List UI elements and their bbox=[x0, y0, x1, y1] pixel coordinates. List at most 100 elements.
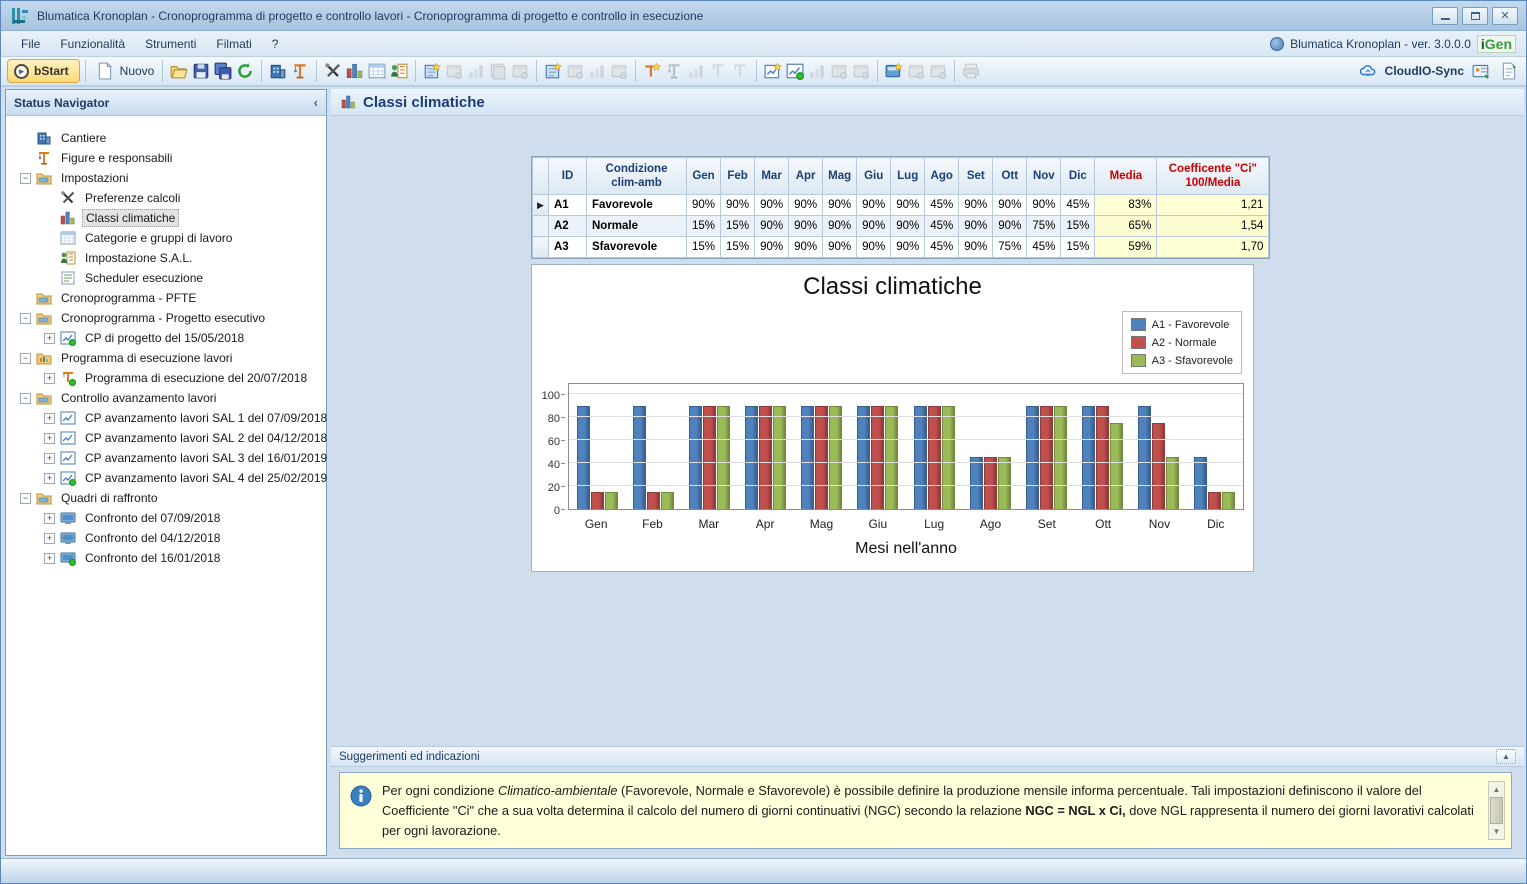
sal-icon[interactable] bbox=[388, 60, 410, 82]
cell-month-value[interactable]: 75% bbox=[993, 237, 1027, 258]
bstart-button[interactable]: ▸ bStart bbox=[7, 59, 80, 83]
cell-month-value[interactable]: 90% bbox=[721, 195, 755, 216]
cell-month-value[interactable]: 15% bbox=[721, 237, 755, 258]
tree-item-cp-avanzamento-lavori-sal-2-del-04-12-20[interactable]: +CP avanzamento lavori SAL 2 del 04/12/2… bbox=[6, 428, 326, 448]
cell-media[interactable]: 65% bbox=[1095, 216, 1157, 237]
save-all-icon[interactable] bbox=[212, 60, 234, 82]
cell-month-value[interactable]: 45% bbox=[925, 237, 959, 258]
tree-item-programma-di-esecuzione-del-20-07-2018[interactable]: +Programma di esecuzione del 20/07/2018 bbox=[6, 368, 326, 388]
classi-icon[interactable] bbox=[344, 60, 366, 82]
tree-item-cp-avanzamento-lavori-sal-3-del-16-01-20[interactable]: +CP avanzamento lavori SAL 3 del 16/01/2… bbox=[6, 448, 326, 468]
expand-node-icon[interactable]: + bbox=[44, 373, 55, 384]
cell-month-value[interactable]: 45% bbox=[925, 216, 959, 237]
cell-id[interactable]: A2 bbox=[549, 216, 587, 237]
row-selector-cell[interactable] bbox=[533, 237, 549, 258]
expand-node-icon[interactable]: + bbox=[44, 333, 55, 344]
cell-month-value[interactable]: 90% bbox=[755, 216, 789, 237]
cell-month-value[interactable]: 15% bbox=[687, 237, 721, 258]
collapse-node-icon[interactable]: − bbox=[20, 173, 31, 184]
cell-month-value[interactable]: 90% bbox=[959, 195, 993, 216]
collapse-node-icon[interactable]: − bbox=[20, 353, 31, 364]
new-exec-icon[interactable] bbox=[542, 60, 564, 82]
cell-month-value[interactable]: 90% bbox=[687, 195, 721, 216]
tree-item-cantiere[interactable]: Cantiere bbox=[6, 128, 326, 148]
cell-coefficiente[interactable]: 1,70 bbox=[1157, 237, 1269, 258]
expand-node-icon[interactable]: + bbox=[44, 453, 55, 464]
tree-item-impostazioni[interactable]: −Impostazioni bbox=[6, 168, 326, 188]
close-button[interactable]: ✕ bbox=[1492, 7, 1518, 25]
cell-coefficiente[interactable]: 1,21 bbox=[1157, 195, 1269, 216]
new-cp-icon[interactable] bbox=[421, 60, 443, 82]
tree-item-cp-avanzamento-lavori-sal-4-del-25-02-20[interactable]: +CP avanzamento lavori SAL 4 del 25/02/2… bbox=[6, 468, 326, 488]
cell-month-value[interactable]: 15% bbox=[1061, 216, 1095, 237]
table-row-a2[interactable]: A2Normale15%15%90%90%90%90%90%45%90%90%7… bbox=[533, 216, 1269, 237]
cell-month-value[interactable]: 90% bbox=[823, 237, 857, 258]
cell-month-value[interactable]: 90% bbox=[891, 195, 925, 216]
table-row-a1[interactable]: ▶A1Favorevole90%90%90%90%90%90%90%45%90%… bbox=[533, 195, 1269, 216]
cell-media[interactable]: 83% bbox=[1095, 195, 1157, 216]
tree-item-impostazione-s-a-l-[interactable]: Impostazione S.A.L. bbox=[6, 248, 326, 268]
cloud-sync-label[interactable]: CloudIO-Sync bbox=[1385, 64, 1464, 78]
cell-month-value[interactable]: 90% bbox=[823, 216, 857, 237]
cell-month-value[interactable]: 90% bbox=[891, 216, 925, 237]
new-programma-icon[interactable] bbox=[641, 60, 663, 82]
categorie-icon[interactable] bbox=[366, 60, 388, 82]
cell-month-value[interactable]: 45% bbox=[1027, 237, 1061, 258]
cantiere-icon[interactable] bbox=[267, 60, 289, 82]
cell-month-value[interactable]: 90% bbox=[857, 216, 891, 237]
suggestions-collapse-button[interactable]: ▲ bbox=[1496, 749, 1516, 764]
collapse-node-icon[interactable]: − bbox=[20, 493, 31, 504]
tree-item-confronto-del-07-09-2018[interactable]: +Confronto del 07/09/2018 bbox=[6, 508, 326, 528]
scroll-thumb[interactable] bbox=[1490, 797, 1503, 824]
cell-month-value[interactable]: 45% bbox=[925, 195, 959, 216]
nuovo-button[interactable]: Nuovo bbox=[91, 58, 158, 84]
menu-item-file[interactable]: File bbox=[11, 34, 50, 54]
tree-item-cp-di-progetto-del-15-05-2018[interactable]: +CP di progetto del 15/05/2018 bbox=[6, 328, 326, 348]
cell-month-value[interactable]: 90% bbox=[959, 237, 993, 258]
menu-item-?[interactable]: ? bbox=[262, 34, 289, 54]
cell-condizione[interactable]: Sfavorevole bbox=[587, 237, 687, 258]
cell-month-value[interactable]: 90% bbox=[755, 195, 789, 216]
tree-item-cronoprogramma-pfte[interactable]: Cronoprogramma - PFTE bbox=[6, 288, 326, 308]
expand-node-icon[interactable]: + bbox=[44, 533, 55, 544]
expand-node-icon[interactable]: + bbox=[44, 513, 55, 524]
tree-item-categorie-e-gruppi-di-lavoro[interactable]: Categorie e gruppi di lavoro bbox=[6, 228, 326, 248]
cell-month-value[interactable]: 90% bbox=[959, 216, 993, 237]
menu-item-filmati[interactable]: Filmati bbox=[206, 34, 261, 54]
row-selector-cell[interactable]: ▶ bbox=[533, 195, 549, 216]
table-row-a3[interactable]: A3Sfavorevole15%15%90%90%90%90%90%45%90%… bbox=[533, 237, 1269, 258]
sal-current-icon[interactable] bbox=[784, 60, 806, 82]
cell-month-value[interactable]: 90% bbox=[789, 195, 823, 216]
tree-item-cronoprogramma-progetto-esecutivo[interactable]: −Cronoprogramma - Progetto esecutivo bbox=[6, 308, 326, 328]
tree-item-quadri-di-raffronto[interactable]: −Quadri di raffronto bbox=[6, 488, 326, 508]
refresh-icon[interactable] bbox=[234, 60, 256, 82]
row-selector-cell[interactable] bbox=[533, 216, 549, 237]
cell-month-value[interactable]: 90% bbox=[789, 237, 823, 258]
cell-month-value[interactable]: 45% bbox=[1061, 195, 1095, 216]
scroll-up-icon[interactable]: ▲ bbox=[1493, 783, 1501, 796]
tree-item-scheduler-esecuzione[interactable]: Scheduler esecuzione bbox=[6, 268, 326, 288]
menu-item-strumenti[interactable]: Strumenti bbox=[135, 34, 206, 54]
preferenze-icon[interactable] bbox=[322, 60, 344, 82]
cell-id[interactable]: A1 bbox=[549, 195, 587, 216]
cell-id[interactable]: A3 bbox=[549, 237, 587, 258]
expand-node-icon[interactable]: + bbox=[44, 433, 55, 444]
tree-item-programma-di-esecuzione-lavori[interactable]: −Programma di esecuzione lavori bbox=[6, 348, 326, 368]
sidebar-collapse-button[interactable]: ‹ bbox=[314, 95, 318, 110]
expand-node-icon[interactable]: + bbox=[44, 413, 55, 424]
cell-coefficiente[interactable]: 1,54 bbox=[1157, 216, 1269, 237]
tree-item-figure-e-responsabili[interactable]: Figure e responsabili bbox=[6, 148, 326, 168]
cell-month-value[interactable]: 75% bbox=[1027, 216, 1061, 237]
cell-month-value[interactable]: 90% bbox=[857, 195, 891, 216]
suggestions-scrollbar[interactable]: ▲ ▼ bbox=[1488, 781, 1505, 840]
tree-item-controllo-avanzamento-lavori[interactable]: −Controllo avanzamento lavori bbox=[6, 388, 326, 408]
contacts-icon[interactable] bbox=[1470, 60, 1492, 82]
tree-item-preferenze-calcoli[interactable]: Preferenze calcoli bbox=[6, 188, 326, 208]
cloud-sync-icon[interactable] bbox=[1357, 60, 1379, 82]
collapse-node-icon[interactable]: − bbox=[20, 393, 31, 404]
new-sal-icon[interactable] bbox=[762, 60, 784, 82]
cell-month-value[interactable]: 90% bbox=[1027, 195, 1061, 216]
report-export-icon[interactable] bbox=[1498, 60, 1520, 82]
save-icon[interactable] bbox=[190, 60, 212, 82]
cell-month-value[interactable]: 15% bbox=[1061, 237, 1095, 258]
